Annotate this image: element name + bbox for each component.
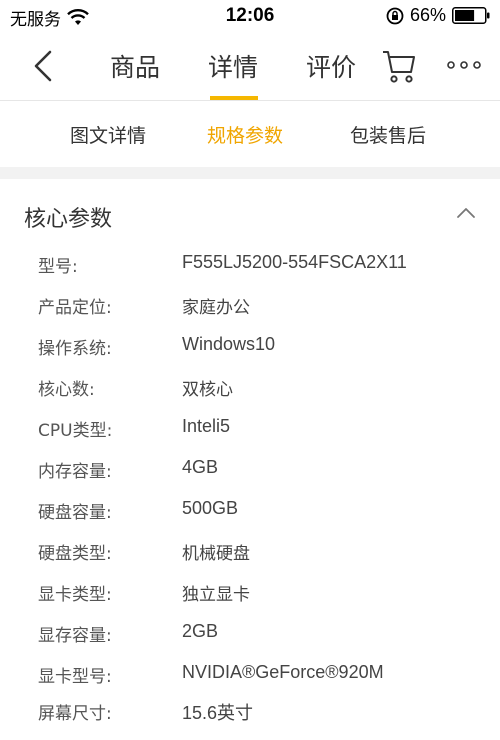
subtab-specs[interactable]: 规格参数 xyxy=(207,121,283,148)
param-label: 显存容量: xyxy=(38,626,112,646)
cart-icon[interactable] xyxy=(381,46,417,86)
param-row: 显存容量: 2GB xyxy=(0,621,500,662)
section-title: 核心参数 xyxy=(24,207,113,232)
param-row: 显卡类型: 独立显卡 xyxy=(0,580,500,621)
tab-product[interactable]: 商品 xyxy=(110,48,160,84)
section-divider xyxy=(0,167,500,179)
battery-percent: 66% xyxy=(409,5,446,25)
subtab-packaging[interactable]: 包装售后 xyxy=(350,121,426,148)
param-value: 机械硬盘 xyxy=(182,544,250,564)
back-arrow-icon[interactable] xyxy=(28,46,58,86)
nav-bar: 商品 详情 评价 xyxy=(0,32,500,101)
param-value: 2GB xyxy=(182,621,219,641)
param-row: 产品定位: 家庭办公 xyxy=(0,293,500,334)
param-label: CPU类型: xyxy=(38,421,113,441)
param-row: 型号: F555LJ5200-554FSCA2X11 xyxy=(0,252,500,293)
battery-icon xyxy=(452,7,490,24)
param-value: 4GB xyxy=(182,457,219,477)
param-label: 型号: xyxy=(38,257,78,277)
param-row: 核心数: 双核心 xyxy=(0,375,500,416)
tab-review[interactable]: 评价 xyxy=(306,48,356,84)
param-value: Windows10 xyxy=(182,334,276,354)
chevron-up-icon[interactable] xyxy=(455,205,477,221)
param-row: 屏幕尺寸: 15.6英寸 xyxy=(0,699,500,740)
more-icon[interactable] xyxy=(447,58,481,72)
param-value: 双核心 xyxy=(182,380,233,400)
core-params-section: 核心参数 型号: F555LJ5200-554FSCA2X11 产品定位: 家庭… xyxy=(0,179,500,724)
param-value: 独立显卡 xyxy=(182,585,250,605)
sub-tabs: 图文详情 规格参数 包装售后 xyxy=(0,101,500,167)
param-label: 屏幕尺寸: xyxy=(38,704,112,724)
tab-detail[interactable]: 详情 xyxy=(208,48,258,84)
param-label: 硬盘容量: xyxy=(38,503,112,523)
status-right: 66% xyxy=(386,5,490,26)
param-label: 内存容量: xyxy=(38,462,112,482)
param-value: NVIDIA®GeForce®920M xyxy=(182,662,384,682)
param-row: 硬盘容量: 500GB xyxy=(0,498,500,539)
active-tab-indicator xyxy=(210,96,258,100)
param-row: 硬盘类型: 机械硬盘 xyxy=(0,539,500,580)
param-row: 显卡型号: NVIDIA®GeForce®920M xyxy=(0,662,500,703)
param-label: 操作系统: xyxy=(38,339,112,359)
param-label: 核心数: xyxy=(38,380,95,400)
param-value: Inteli5 xyxy=(182,416,231,436)
status-bar: 无服务 12:06 66% xyxy=(0,0,500,32)
param-value: 500GB xyxy=(182,498,239,518)
param-row: 内存容量: 4GB xyxy=(0,457,500,498)
param-value: 15.6英寸 xyxy=(182,703,254,723)
rotation-lock-icon xyxy=(386,7,404,24)
param-label: 显卡型号: xyxy=(38,667,112,687)
param-label: 显卡类型: xyxy=(38,585,112,605)
param-value: 家庭办公 xyxy=(182,298,250,318)
param-row: 操作系统: Windows10 xyxy=(0,334,500,375)
param-value: F555LJ5200-554FSCA2X11 xyxy=(182,252,407,272)
param-label: 产品定位: xyxy=(38,298,112,318)
subtab-graphic-detail[interactable]: 图文详情 xyxy=(70,121,146,148)
param-row: CPU类型: Inteli5 xyxy=(0,416,500,457)
param-label: 硬盘类型: xyxy=(38,544,112,564)
